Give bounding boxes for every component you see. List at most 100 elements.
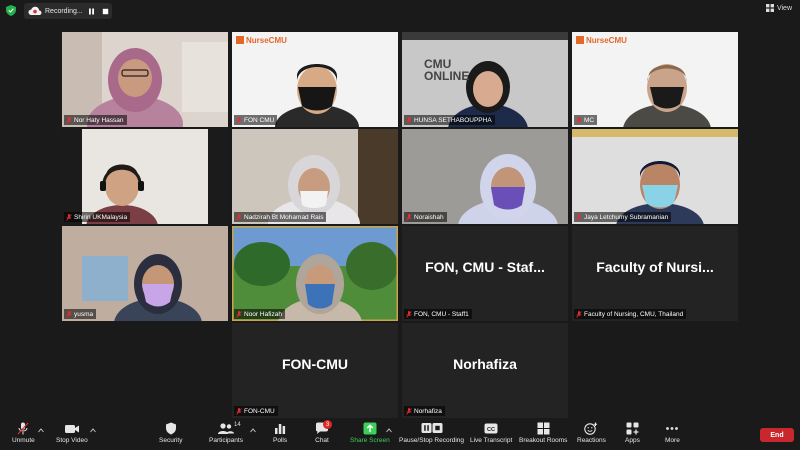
apps-button[interactable]: Apps [625, 422, 640, 445]
chat-unread-badge: 3 [323, 420, 332, 429]
more-icon [666, 427, 679, 430]
participant-name: FON-CMU [234, 406, 278, 416]
video-tile-no-video[interactable]: FON-CMU FON-CMU [232, 323, 398, 418]
chat-label: Chat [315, 437, 329, 444]
participant-video [232, 226, 398, 321]
view-button[interactable]: View [765, 4, 792, 12]
grid-view-icon [765, 4, 774, 12]
stop-video-button[interactable]: Stop Video [56, 422, 88, 445]
shield-icon [165, 422, 176, 435]
participant-name: Nadzirah Bt Mohamad Rais [234, 212, 327, 222]
video-camera-icon [64, 425, 79, 433]
participants-icon [217, 423, 234, 434]
video-tile-no-video[interactable]: Norhafiza Norhafiza [402, 323, 568, 418]
live-transcript-button[interactable]: CC Live Transcript [470, 422, 512, 445]
muted-mic-icon [66, 116, 72, 124]
muted-mic-icon [236, 310, 242, 318]
participant-display-name: Norhafiza [453, 355, 517, 372]
video-tile[interactable]: Noraishah [402, 129, 568, 224]
video-tile[interactable]: Shirin UKMalaysia [62, 129, 228, 224]
view-label: View [776, 4, 792, 12]
participants-label: Participants [209, 437, 243, 444]
reactions-label: Reactions [577, 437, 606, 444]
svg-text:CC: CC [487, 427, 495, 433]
more-label: More [665, 437, 680, 444]
smiley-plus-icon [584, 422, 598, 435]
video-tile[interactable]: Jaya Letchumy Subramanian [572, 129, 738, 224]
video-tile[interactable]: Noor Hafizah [232, 226, 398, 321]
breakout-rooms-label: Breakout Rooms [519, 437, 568, 444]
unmute-button[interactable]: Unmute [12, 422, 35, 445]
reactions-button[interactable]: Reactions [577, 422, 606, 445]
chat-button[interactable]: Chat 3 [315, 420, 332, 445]
video-tile-active-speaker[interactable]: NurseCMU MC [572, 32, 738, 127]
stop-icon [102, 8, 108, 14]
pause-stop-recording-label: Pause/Stop Recording [399, 437, 465, 444]
more-button[interactable]: More [665, 422, 680, 445]
share-screen-icon [363, 422, 377, 435]
cloud-recording-icon [28, 6, 42, 15]
muted-mic-icon [576, 310, 582, 318]
muted-mic-icon [406, 213, 412, 221]
participant-name: HUNSA SETHABOUPPHA [404, 115, 495, 125]
muted-mic-icon [17, 422, 29, 435]
pause-stop-icon [421, 423, 443, 433]
participant-video [62, 32, 228, 127]
participants-button[interactable]: Participants 14 [209, 422, 243, 445]
video-tile[interactable]: Nor Haty Hassan [62, 32, 228, 127]
stop-recording-button[interactable] [99, 5, 111, 17]
participant-name: FON CMU [234, 115, 278, 125]
participant-video [232, 129, 398, 224]
participant-name: Faculty of Nursing, CMU, Thailand [574, 309, 687, 319]
chevron-up-icon[interactable] [250, 428, 256, 433]
participant-display-name: Faculty of Nursi... [596, 258, 714, 275]
chevron-up-icon[interactable] [38, 428, 44, 433]
shield-icon[interactable] [6, 5, 16, 16]
participant-video [82, 129, 208, 224]
chevron-up-icon[interactable] [90, 428, 96, 433]
video-tile[interactable]: Nadzirah Bt Mohamad Rais [232, 129, 398, 224]
participant-name: Shirin UKMalaysia [64, 212, 131, 222]
participants-count: 14 [234, 422, 241, 428]
end-meeting-button[interactable]: End [760, 428, 794, 442]
participant-name: Noraishah [404, 212, 447, 222]
muted-mic-icon [406, 116, 412, 124]
pause-stop-recording-button[interactable]: Pause/Stop Recording [399, 422, 464, 445]
video-tile[interactable]: NurseCMU FON CMU [232, 32, 398, 127]
video-tile[interactable]: CMU ONLINE HUNSA SETHABOUPPHA [402, 32, 568, 127]
participant-name: Jaya Letchumy Subramanian [574, 212, 672, 222]
breakout-rooms-button[interactable]: Breakout Rooms [519, 422, 567, 445]
apps-label: Apps [625, 437, 640, 444]
share-screen-button[interactable]: Share Screen [350, 422, 390, 445]
chevron-up-icon[interactable] [386, 428, 392, 433]
muted-mic-icon [236, 116, 242, 124]
pause-recording-button[interactable] [85, 5, 97, 17]
top-bar: Recording... View [0, 0, 800, 22]
security-label: Security [159, 437, 183, 444]
muted-mic-icon [66, 310, 72, 318]
muted-mic-icon [576, 213, 582, 221]
video-tile-no-video[interactable]: Faculty of Nursi... Faculty of Nursing, … [572, 226, 738, 321]
polls-label: Polls [273, 437, 288, 444]
muted-mic-icon [236, 407, 242, 415]
participant-video [572, 129, 738, 224]
video-tile-no-video[interactable]: FON, CMU - Staf... FON, CMU - Staff1 [402, 226, 568, 321]
participant-video [572, 32, 738, 127]
participant-name: Noor Hafizah [234, 309, 285, 319]
polls-button[interactable]: Polls [273, 422, 287, 445]
org-logo-text: NurseCMU [246, 36, 287, 45]
pause-icon [88, 8, 94, 14]
breakout-rooms-icon [537, 422, 550, 435]
muted-mic-icon [66, 213, 72, 221]
unmute-label: Unmute [12, 437, 35, 444]
video-tile[interactable]: yusma [62, 226, 228, 321]
participant-video [62, 226, 228, 321]
participant-name: Nor Haty Hassan [64, 115, 127, 125]
participant-name: FON, CMU - Staff1 [404, 309, 472, 319]
recording-label: Recording... [45, 7, 83, 15]
apps-icon [626, 422, 639, 435]
org-logo-text: NurseCMU [586, 36, 627, 45]
security-button[interactable]: Security [159, 422, 182, 445]
participant-display-name: FON-CMU [281, 355, 349, 372]
recording-indicator: Recording... [24, 3, 112, 19]
